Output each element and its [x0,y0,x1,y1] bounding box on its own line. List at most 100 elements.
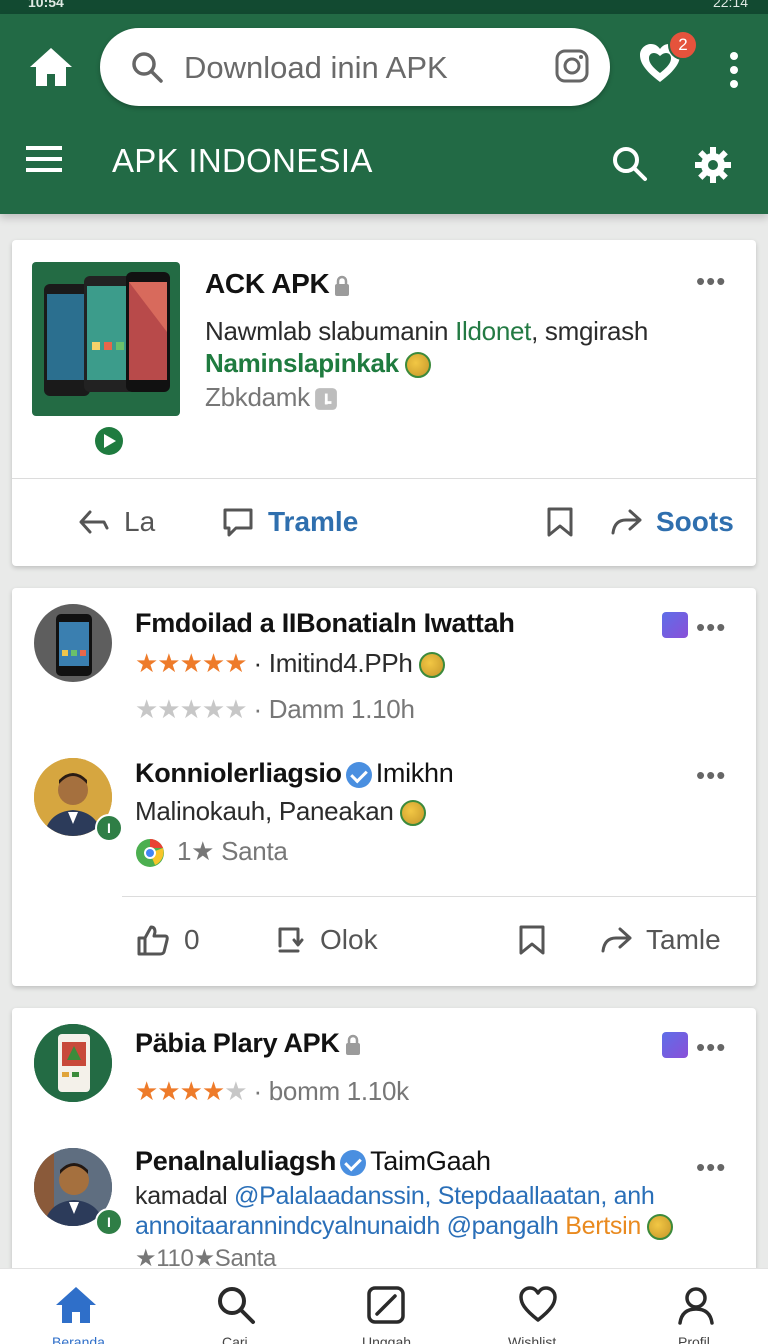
post-text: kamadal [135,1182,235,1210]
meta-text: Zbkdamk [205,382,310,412]
like-button[interactable]: 0 [136,924,200,956]
reply-button[interactable]: La [78,506,155,538]
boost-icon[interactable] [662,612,688,638]
search-icon [132,52,163,83]
nav-wishlist-label: Wishlist [508,1334,557,1344]
comment-label: Tramle [268,506,359,537]
more-options-icon[interactable]: ••• [696,760,726,791]
developer-name: Naminslapinkak [205,348,399,378]
app-avatar[interactable] [34,604,112,682]
home-icon [30,48,72,86]
verified-icon [340,1149,367,1176]
app-title: ACK APK [205,268,351,300]
user-name[interactable]: Konniolerliagsio [135,758,342,788]
repost-button[interactable]: Olok [274,924,378,956]
user-tag: Imikhn [375,758,454,788]
share-icon [601,927,632,953]
desc-text-tail: , smgirash [531,316,648,346]
mention-link[interactable]: @Palalaadanssin, Stepdaallaatan, anh [234,1182,655,1210]
camera-icon[interactable] [554,48,590,84]
post-title: Fmdoilad a IIBonatialn Iwattah [135,608,515,638]
feed-card[interactable]: Päbia Plary APK ••• ★★★★★ · bomm 1.10k I… [12,1008,756,1308]
feed-card[interactable]: Fmdoilad a IIBonatialn Iwattah ••• ★★★★★… [12,588,756,986]
nav-home[interactable] [54,1285,98,1329]
app-header: Download inin APK 2 APK INDONESIA [0,14,768,214]
online-badge: I [95,1208,123,1236]
mention-link[interactable]: annoitaarannindcyalnunaidh @pangalh [135,1212,565,1240]
user-icon [678,1287,714,1325]
boost-icon[interactable] [662,1032,688,1058]
more-options-icon[interactable]: ••• [696,1152,726,1183]
emoji-icon [646,1214,673,1241]
overflow-menu-button[interactable] [722,48,746,92]
lock-icon [345,1034,360,1055]
share-icon [611,509,642,535]
share-button[interactable]: Tamle [600,924,721,956]
lock-icon [335,275,350,296]
phones-image [44,272,170,396]
reply-label: La [124,506,156,537]
app-avatar[interactable] [34,1024,112,1102]
search-bar[interactable]: Download inin APK [100,28,610,106]
app-title-text: Päbia Plary APK [135,1028,340,1058]
emoji-icon [404,352,431,379]
nav-upload[interactable] [366,1285,410,1329]
nav-home-label: Beranda [52,1334,105,1344]
user-header: Konniolerliagsio Imikhn [135,758,454,789]
meta-dot: · [246,694,269,724]
share-label: Soots [656,506,734,537]
emoji-icon [399,800,426,827]
post-rating: ★★★★★ · bomm 1.10k [135,1076,409,1107]
heart-icon [519,1286,557,1322]
settings-gear-icon[interactable] [693,145,733,185]
repost-icon [278,927,304,953]
app-title: APK INDONESIA [112,142,373,179]
app-screenshot-image [34,1024,112,1102]
app-card[interactable]: ACK APK ••• Nawmlab slabumanin Ildonet, … [12,240,756,566]
meta-text: 1★ Santa [177,836,288,866]
rating-star-empty: ★ [224,1076,247,1106]
online-badge: I [95,814,123,842]
rating-stars-grey: ★★★★★ [135,694,248,724]
rating-dot: · [246,1076,269,1106]
hashtag-text[interactable]: Bertsin [565,1212,641,1240]
menu-icon [26,146,62,172]
nav-search[interactable] [216,1285,260,1329]
edit-square-icon [367,1286,405,1324]
app-thumbnail[interactable] [32,262,180,416]
bookmark-icon [519,925,545,955]
post-meta: 1★ Santa [135,836,288,868]
home-button[interactable] [26,42,76,92]
nav-search-label: Cari [222,1334,248,1344]
app-developer[interactable]: Naminslapinkak [205,348,431,379]
more-options-icon[interactable]: ••• [696,1032,726,1063]
hamburger-menu-button[interactable] [26,144,66,184]
bookmark-button[interactable] [518,924,546,956]
bookmark-button[interactable] [546,506,574,538]
divider [12,478,756,479]
user-name[interactable]: Penalnaluliagsh [135,1146,336,1176]
comment-button[interactable]: Tramle [222,506,358,538]
nav-profile[interactable] [676,1285,720,1329]
app-logo-icon [94,426,124,456]
notification-badge: 2 [668,30,698,60]
nav-wishlist[interactable] [518,1285,562,1329]
post-rating: ★★★★★ · Imitind4.PPh [135,648,445,679]
like-count: 0 [184,924,200,955]
info-icon [314,388,337,411]
post-text: Malinokauh, Paneakan [135,796,394,826]
search-icon[interactable] [610,144,650,184]
more-options-icon[interactable]: ••• [696,612,726,643]
status-time: 10:54 [28,0,64,10]
chrome-icon [136,839,164,868]
status-clock: 22:14 [712,0,748,10]
more-options-icon[interactable]: ••• [696,266,726,297]
rating-text: Imitind4.PPh [268,648,413,678]
verified-icon [345,761,372,788]
post-body-line2: annoitaarannindcyalnunaidh @pangalh Bert… [135,1212,673,1241]
rating-stars: ★★★★★ [135,648,248,678]
bottom-navigation [0,1268,768,1344]
rating-stars: ★★★★ [135,1076,225,1106]
share-button[interactable]: Soots [610,506,734,538]
more-vertical-icon [730,52,738,88]
